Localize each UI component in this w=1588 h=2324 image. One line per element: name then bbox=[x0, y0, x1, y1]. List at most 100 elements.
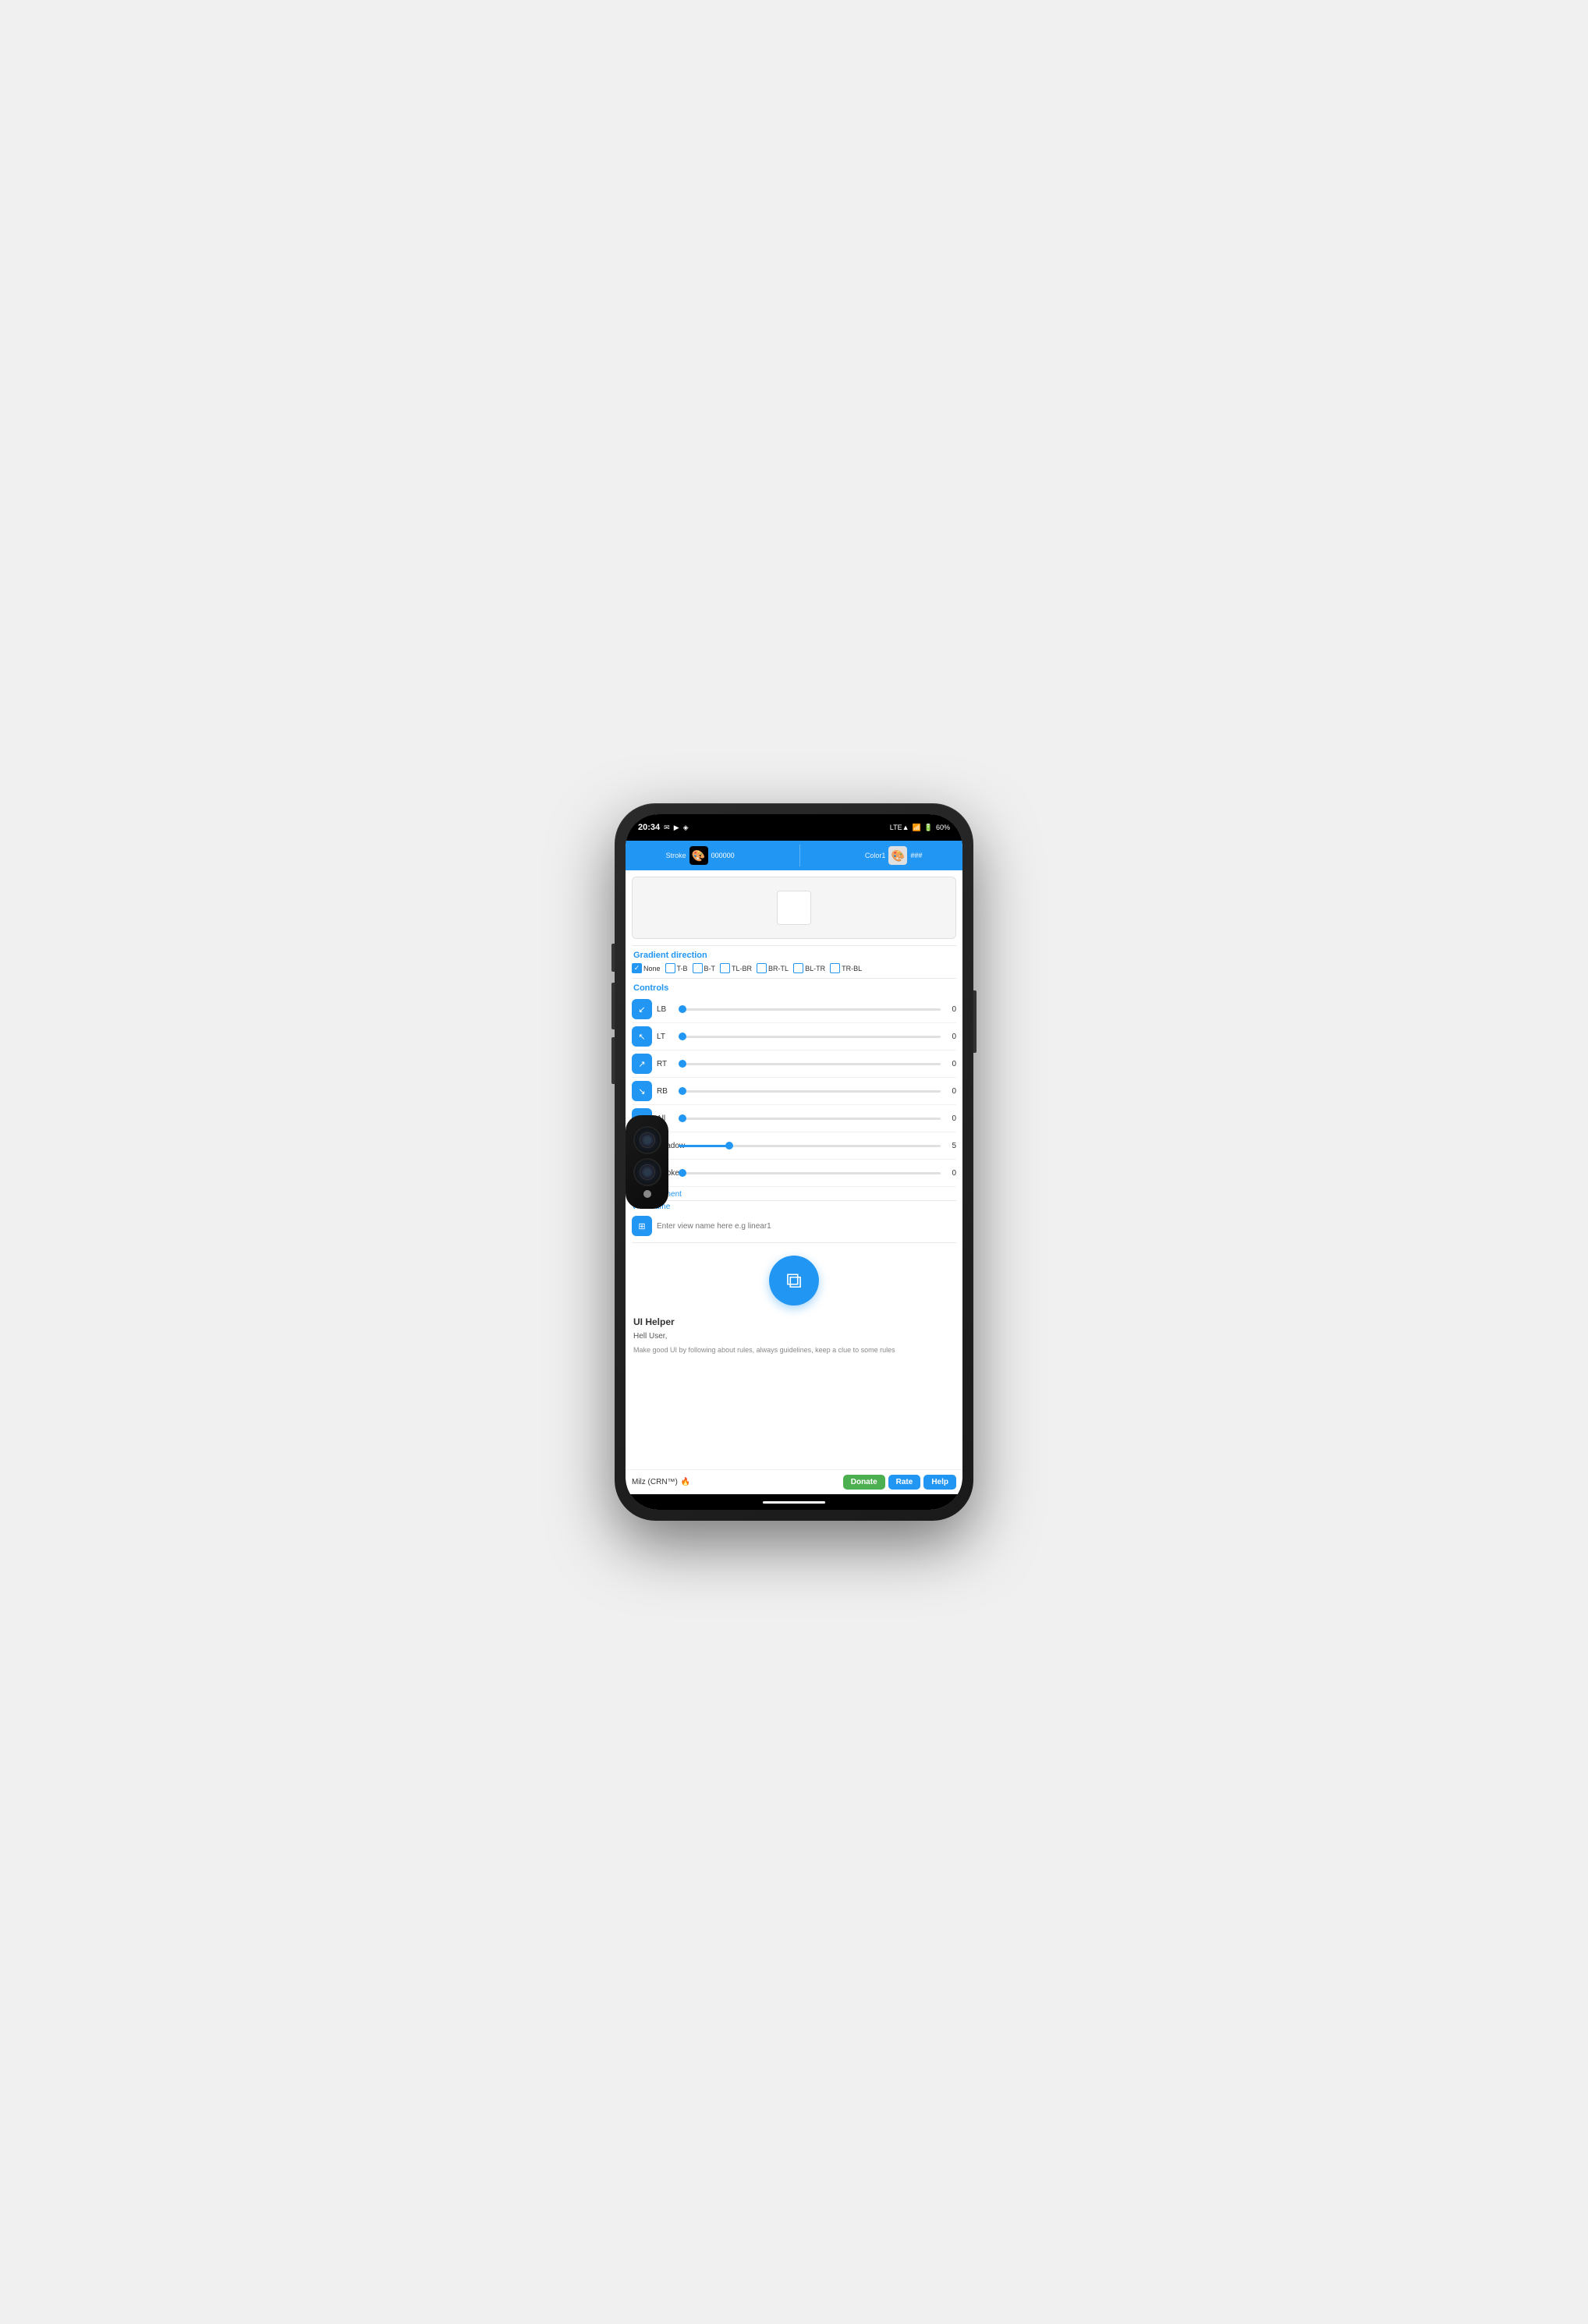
author-name: Milz (CRN™) bbox=[632, 1478, 678, 1486]
rt-slider[interactable] bbox=[679, 1063, 941, 1065]
grad-checkbox-trbl[interactable] bbox=[830, 963, 840, 973]
stroke-slider[interactable] bbox=[679, 1172, 941, 1174]
preview-box bbox=[777, 891, 811, 925]
gradient-section-title: Gradient direction bbox=[626, 946, 962, 963]
grad-option-brtl[interactable]: BR-TL bbox=[757, 963, 789, 973]
phone-device: 20:34 ✉ ▶ ◈ LTE▲ 📶 🔋 60% Stroke 🎨 bbox=[615, 803, 973, 1521]
grad-option-trbl[interactable]: TR-BL bbox=[830, 963, 862, 973]
grad-label-none: None bbox=[643, 965, 661, 972]
lb-label: LB bbox=[657, 1005, 674, 1014]
rt-label: RT bbox=[657, 1060, 674, 1068]
logo-area: ⧉ bbox=[626, 1243, 962, 1313]
grad-label-tlbr: TL-BR bbox=[732, 965, 752, 972]
grad-checkbox-brtl[interactable] bbox=[757, 963, 767, 973]
view-name-input[interactable] bbox=[657, 1222, 956, 1231]
rt-button[interactable]: ↗ bbox=[632, 1054, 652, 1074]
view-name-icon: ⊞ bbox=[632, 1216, 652, 1236]
grad-checkbox-tb[interactable] bbox=[665, 963, 675, 973]
grad-label-brtl: BR-TL bbox=[768, 965, 789, 972]
grad-checkbox-none[interactable]: ✓ bbox=[632, 963, 642, 973]
grad-checkbox-tlbr[interactable] bbox=[720, 963, 730, 973]
control-rb-row: ↘ RB 0 bbox=[632, 1078, 956, 1105]
rb-slider[interactable] bbox=[679, 1090, 941, 1093]
lte-icon: LTE▲ bbox=[890, 824, 909, 831]
shadow-slider[interactable] bbox=[679, 1145, 941, 1147]
stroke-color-swatch[interactable]: 🎨 bbox=[689, 846, 708, 865]
notch bbox=[743, 814, 845, 836]
control-rt-row: ↗ RT 0 bbox=[632, 1050, 956, 1078]
volume-down-button[interactable] bbox=[611, 983, 615, 1029]
grad-option-none[interactable]: ✓ None bbox=[632, 963, 661, 973]
camera-lens-secondary bbox=[633, 1158, 661, 1186]
grad-option-bt[interactable]: B-T bbox=[693, 963, 716, 973]
rt-value: 0 bbox=[945, 1060, 956, 1068]
grad-option-tb[interactable]: T-B bbox=[665, 963, 688, 973]
volume-up-button[interactable] bbox=[611, 944, 615, 972]
all-slider[interactable] bbox=[679, 1118, 941, 1120]
gradient-options-row: ✓ None T-B B-T TL-BR bbox=[626, 963, 962, 978]
message-icon: ✉ bbox=[664, 824, 670, 832]
view-name-row: ⊞ bbox=[626, 1213, 962, 1242]
stroke-control-value: 0 bbox=[945, 1169, 956, 1178]
palette-icon2: 🎨 bbox=[891, 849, 905, 863]
control-lb-row: ↙ LB 0 bbox=[632, 996, 956, 1023]
stroke-control[interactable]: Stroke 🎨 000000 bbox=[666, 846, 735, 865]
ui-helper-greeting: Hell User, bbox=[626, 1330, 962, 1344]
donate-button[interactable]: Donate bbox=[843, 1475, 885, 1490]
color1-value: ### bbox=[910, 852, 922, 859]
status-right: LTE▲ 📶 🔋 60% bbox=[890, 824, 950, 832]
battery-percent: 60% bbox=[936, 824, 950, 831]
lt-value: 0 bbox=[945, 1033, 956, 1041]
app-logo-icon: ⧉ bbox=[786, 1268, 802, 1294]
rb-button[interactable]: ↘ bbox=[632, 1081, 652, 1101]
shadow-value: 5 bbox=[945, 1142, 956, 1150]
rb-value: 0 bbox=[945, 1087, 956, 1096]
grad-checkbox-bltr[interactable] bbox=[793, 963, 803, 973]
control-all-row: ⊞ All 0 bbox=[632, 1105, 956, 1132]
action-buttons: Donate Rate Help bbox=[843, 1475, 956, 1490]
top-toolbar: Stroke 🎨 000000 Color1 🎨 ### bbox=[626, 841, 962, 870]
grad-label-bt: B-T bbox=[704, 965, 716, 972]
preview-area bbox=[632, 877, 956, 939]
camera-lens-main bbox=[633, 1126, 661, 1154]
wifi-icon: 📶 bbox=[913, 824, 921, 832]
control-stroke-row: ◎ Stroke 0 bbox=[632, 1160, 956, 1187]
silent-button[interactable] bbox=[611, 1037, 615, 1084]
grad-label-tb: T-B bbox=[677, 965, 688, 972]
camera-module bbox=[626, 1115, 668, 1209]
lt-slider[interactable] bbox=[679, 1036, 941, 1038]
bottom-bar: Milz (CRN™) 🔥 Donate Rate Help bbox=[626, 1469, 962, 1494]
lt-button[interactable]: ↖ bbox=[632, 1026, 652, 1047]
grid-icon: ⊞ bbox=[638, 1221, 645, 1231]
toolbar-divider bbox=[799, 845, 800, 866]
status-left: 20:34 ✉ ▶ ◈ bbox=[638, 823, 689, 832]
controls-section-title: Controls bbox=[626, 979, 962, 996]
grad-checkbox-bt[interactable] bbox=[693, 963, 703, 973]
ui-helper-description: Make good UI by following about rules, a… bbox=[626, 1344, 962, 1360]
grad-label-bltr: BL-TR bbox=[805, 965, 825, 972]
status-bar: 20:34 ✉ ▶ ◈ LTE▲ 📶 🔋 60% bbox=[626, 814, 962, 841]
color1-swatch[interactable]: 🎨 bbox=[888, 846, 907, 865]
status-time: 20:34 bbox=[638, 823, 660, 832]
home-bar bbox=[763, 1501, 825, 1504]
controls-section: ↙ LB 0 ↖ LT bbox=[626, 996, 962, 1187]
fire-emoji: 🔥 bbox=[681, 1478, 690, 1486]
author-info: Milz (CRN™) 🔥 bbox=[632, 1478, 690, 1486]
camera-flash bbox=[643, 1190, 651, 1198]
lb-button[interactable]: ↙ bbox=[632, 999, 652, 1019]
home-indicator bbox=[626, 1494, 962, 1510]
grad-option-tlbr[interactable]: TL-BR bbox=[720, 963, 752, 973]
lb-icon: ↙ bbox=[638, 1004, 645, 1015]
grad-option-bltr[interactable]: BL-TR bbox=[793, 963, 825, 973]
main-content: Gradient direction ✓ None T-B B-T bbox=[626, 870, 962, 1469]
control-shadow-row: ⚙ Shadow 5 bbox=[632, 1132, 956, 1160]
rate-button[interactable]: Rate bbox=[888, 1475, 921, 1490]
grad-label-trbl: TR-BL bbox=[842, 965, 862, 972]
power-button[interactable] bbox=[973, 990, 977, 1053]
signal-icon: ◈ bbox=[683, 824, 689, 832]
color1-control[interactable]: Color1 🎨 ### bbox=[865, 846, 923, 865]
help-button[interactable]: Help bbox=[923, 1475, 956, 1490]
lb-slider[interactable] bbox=[679, 1008, 941, 1011]
play-icon: ▶ bbox=[674, 824, 679, 832]
view-name-label: View name bbox=[626, 1201, 962, 1213]
